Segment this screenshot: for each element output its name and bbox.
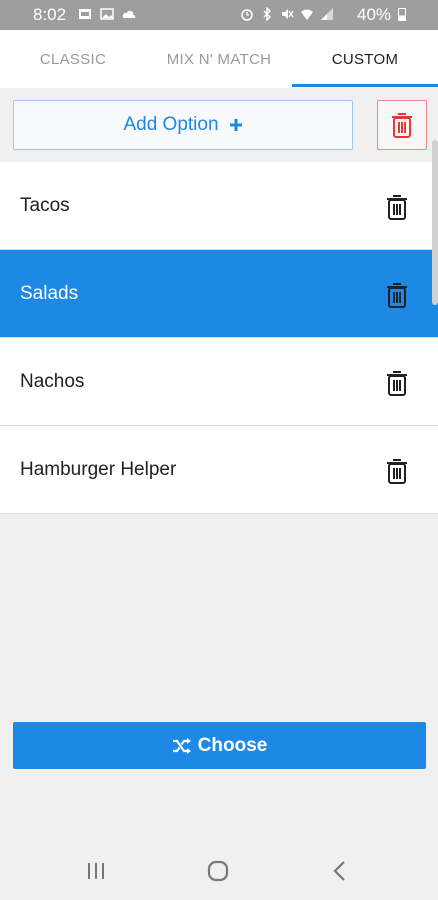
option-label: Hamburger Helper	[20, 459, 177, 480]
trash-icon	[392, 113, 412, 138]
status-left-icons	[78, 7, 136, 21]
list-item[interactable]: Tacos	[0, 162, 438, 250]
choose-label: Choose	[197, 734, 268, 756]
add-option-button[interactable]: Add Option	[13, 100, 353, 150]
status-bar: 8:02 40%	[0, 0, 438, 30]
tab-mix-n-match[interactable]: MIX N' MATCH	[146, 30, 292, 88]
shuffle-icon	[172, 737, 191, 754]
signal-icon	[321, 8, 333, 20]
add-option-label: Add Option	[123, 114, 219, 135]
back-icon[interactable]	[332, 860, 346, 882]
image-icon	[100, 8, 114, 20]
choose-button[interactable]: Choose	[13, 722, 426, 769]
list-item[interactable]: Nachos	[0, 338, 438, 426]
trash-icon[interactable]	[383, 281, 411, 309]
option-label: Salads	[20, 283, 79, 304]
tab-classic[interactable]: CLASSIC	[0, 30, 146, 88]
wifi-icon	[301, 9, 313, 20]
tab-custom[interactable]: CUSTOM	[292, 30, 438, 88]
active-tab-indicator	[292, 84, 438, 87]
scrollbar[interactable]	[432, 140, 438, 305]
trash-icon[interactable]	[383, 457, 411, 485]
mute-icon	[282, 9, 294, 19]
trash-icon[interactable]	[383, 369, 411, 397]
battery-icon	[398, 8, 406, 21]
recent-apps-icon[interactable]	[86, 862, 106, 880]
status-right-icons	[240, 7, 334, 21]
list-item[interactable]: Hamburger Helper	[0, 426, 438, 514]
bluetooth-icon	[263, 7, 271, 21]
delete-all-button[interactable]	[377, 100, 427, 150]
app-notification-icon	[79, 9, 91, 19]
plus-icon	[229, 119, 242, 131]
options-list: Tacos Salads Nachos Hamburger Helper	[0, 162, 438, 514]
option-label: Nachos	[20, 371, 85, 392]
tab-bar: CLASSIC MIX N' MATCH CUSTOM	[0, 30, 438, 88]
list-item[interactable]: Salads	[0, 250, 438, 338]
alarm-icon	[241, 9, 253, 21]
cloud-icon	[122, 10, 136, 18]
battery-percentage: 40%	[357, 5, 392, 24]
trash-icon[interactable]	[383, 193, 411, 221]
option-label: Tacos	[20, 195, 70, 216]
status-time: 8:02	[33, 5, 67, 24]
home-icon[interactable]	[207, 860, 229, 882]
